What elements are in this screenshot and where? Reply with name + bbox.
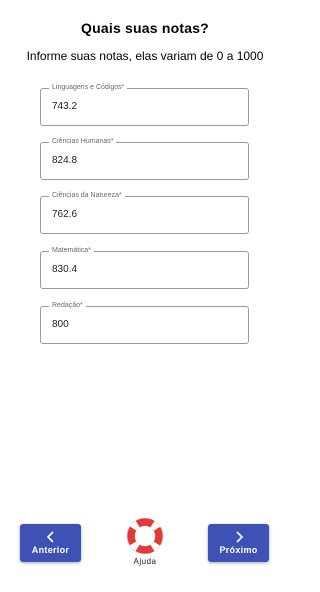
next-label: Próximo	[219, 545, 258, 555]
field-value[interactable]: 830.4	[52, 264, 77, 276]
page-title: Quais suas notas?	[81, 20, 209, 36]
page-subtitle: Informe suas notas, elas variam de 0 a 1…	[26, 49, 264, 63]
help-label: Ajuda	[133, 557, 157, 566]
lifebuoy-icon	[126, 517, 164, 558]
field-value[interactable]: 800	[52, 319, 69, 331]
help-button[interactable]: Ajuda	[126, 517, 164, 570]
matematica-field[interactable]: Matemática* 830.4	[40, 246, 249, 289]
redacao-field[interactable]: Redação* 800	[40, 301, 249, 344]
field-label: Redação*	[49, 301, 86, 311]
field-label: Ciências da Natureza*	[49, 191, 125, 201]
chevron-left-icon	[20, 529, 81, 545]
field-value[interactable]: 762.6	[52, 209, 77, 221]
next-button[interactable]: Próximo	[208, 524, 269, 562]
field-label: Matemática*	[49, 246, 94, 256]
chevron-right-icon	[208, 529, 269, 545]
field-value[interactable]: 743.2	[52, 101, 77, 113]
previous-button[interactable]: Anterior	[20, 524, 81, 562]
field-label: Linguagens e Códigos*	[49, 83, 128, 93]
linguagens-field[interactable]: Linguagens e Códigos* 743.2	[40, 83, 249, 126]
natureza-field[interactable]: Ciências da Natureza* 762.6	[40, 191, 249, 234]
previous-label: Anterior	[31, 545, 70, 555]
field-value[interactable]: 824.8	[52, 155, 77, 167]
field-label: Ciências Humanas*	[49, 137, 117, 147]
humanas-field[interactable]: Ciências Humanas* 824.8	[40, 137, 249, 180]
